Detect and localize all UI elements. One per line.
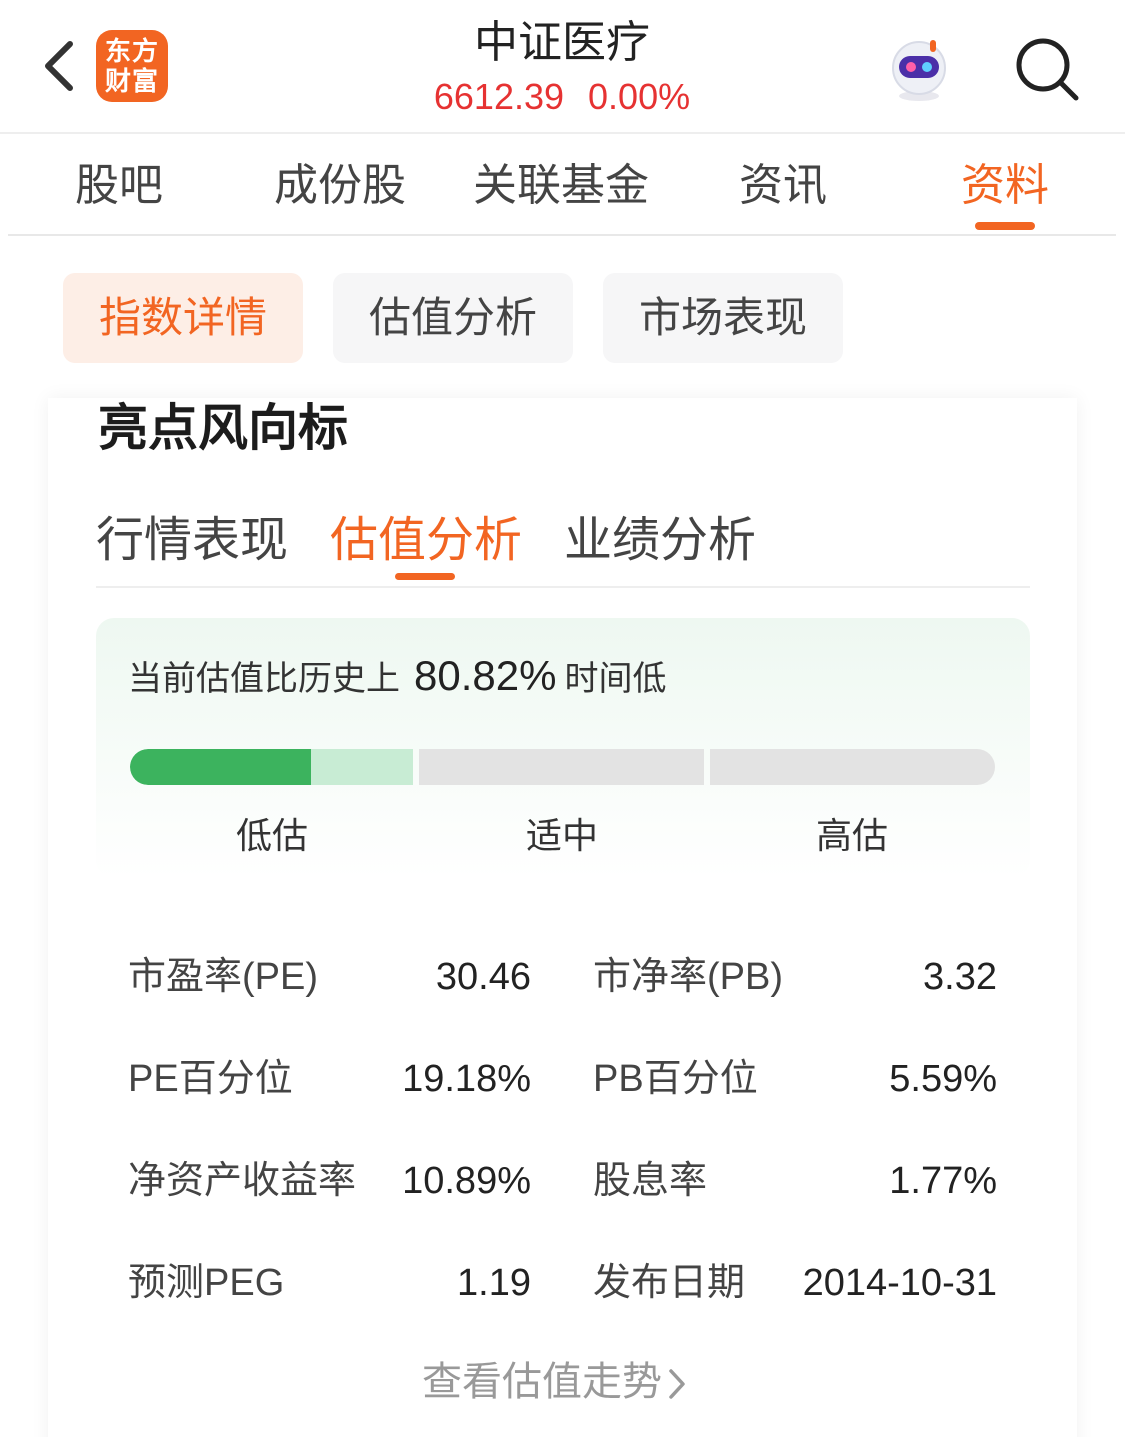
zone-label-mid: 适中 xyxy=(525,816,598,857)
metric-pe-label: 市盈率(PE) xyxy=(128,956,319,998)
index-change-pct: 0.00% xyxy=(588,76,691,117)
logo-text-line2: 财富 xyxy=(104,67,159,97)
title-block: 中证医疗 6612.39 0.00% xyxy=(312,14,812,122)
metric-pe-percentile-value: 19.18% xyxy=(402,1058,531,1100)
tab-related-funds[interactable]: 关联基金 xyxy=(473,158,649,214)
metric-pb-value: 3.32 xyxy=(923,956,997,998)
logo-text-line1: 东方 xyxy=(104,37,159,67)
metric-pb-percentile-value: 5.59% xyxy=(889,1058,997,1100)
metric-roe-value: 10.89% xyxy=(402,1160,531,1202)
top-header: 东方 财富 中证医疗 6612.39 0.00% xyxy=(0,0,1125,134)
inner-tab-valuation[interactable]: 估值分析 xyxy=(330,510,522,570)
valuation-suffix: 时间低 xyxy=(564,659,667,699)
robot-assistant-icon[interactable] xyxy=(884,34,954,104)
tab-profile[interactable]: 资料 xyxy=(961,158,1049,214)
zone-label-high: 高估 xyxy=(815,816,888,857)
metric-pe-percentile-label: PE百分位 xyxy=(128,1058,293,1100)
chevron-right-icon xyxy=(669,1369,685,1399)
subtab-market-performance[interactable]: 市场表现 xyxy=(603,273,843,363)
metric-release-date-label: 发布日期 xyxy=(593,1262,746,1304)
metric-pb-percentile-label: PB百分位 xyxy=(593,1058,758,1100)
search-icon[interactable] xyxy=(1012,34,1082,104)
inner-tab-performance[interactable]: 业绩分析 xyxy=(564,510,756,570)
tab-constituents[interactable]: 成份股 xyxy=(274,158,406,214)
view-valuation-trend-link[interactable]: 查看估值走势 xyxy=(422,1356,688,1408)
quote-line: 6612.39 0.00% xyxy=(312,72,812,122)
valuation-prefix: 当前估值比历史上 xyxy=(128,659,400,699)
page-title: 中证医疗 xyxy=(474,17,650,68)
valuation-sentence: 当前估值比历史上 80.82% 时间低 xyxy=(128,648,666,707)
metric-peg-value: 1.19 xyxy=(457,1262,531,1304)
metric-pb-label: 市净率(PB) xyxy=(593,956,784,998)
highlights-card: 亮点风向标 行情表现 估值分析 业绩分析 当前估值比历史上 80.82% 时间低 低… xyxy=(48,398,1077,1437)
valuation-bar-mid-zone xyxy=(419,749,704,785)
metric-roe-label: 净资产收益率 xyxy=(128,1160,357,1202)
card-title: 亮点风向标 xyxy=(98,399,348,457)
zone-label-low: 低估 xyxy=(235,816,308,857)
inner-tab-indicator xyxy=(395,573,455,580)
trend-link-label: 查看估值走势 xyxy=(422,1359,662,1405)
valuation-summary-box: 当前估值比历史上 80.82% 时间低 低估 适中 高估 xyxy=(96,618,1030,878)
app-logo: 东方 财富 xyxy=(96,30,168,102)
tab-news[interactable]: 资讯 xyxy=(739,158,827,214)
subtab-valuation-analysis[interactable]: 估值分析 xyxy=(333,273,573,363)
inner-tab-divider xyxy=(96,586,1030,588)
valuation-percent: 80.82% xyxy=(414,652,557,699)
subtab-index-details[interactable]: 指数详情 xyxy=(63,273,303,363)
valuation-bar-high-zone xyxy=(710,749,995,785)
inner-tab-market[interactable]: 行情表现 xyxy=(96,510,288,570)
metric-release-date-value: 2014-10-31 xyxy=(802,1262,997,1304)
valuation-bar-fill xyxy=(130,749,312,785)
index-price: 6612.39 xyxy=(433,76,565,117)
tab-guba[interactable]: 股吧 xyxy=(75,158,163,214)
valuation-bar-low-zone xyxy=(130,749,413,785)
metric-dividend-yield-value: 1.77% xyxy=(889,1160,997,1202)
active-tab-indicator xyxy=(975,222,1035,230)
main-tab-bar: 股吧 成份股 关联基金 资讯 资料 xyxy=(8,136,1116,236)
metric-pe-value: 30.46 xyxy=(435,956,531,998)
metric-peg-label: 预测PEG xyxy=(128,1262,285,1304)
metric-dividend-yield-label: 股息率 xyxy=(593,1160,708,1202)
back-chevron-icon[interactable] xyxy=(36,36,84,96)
